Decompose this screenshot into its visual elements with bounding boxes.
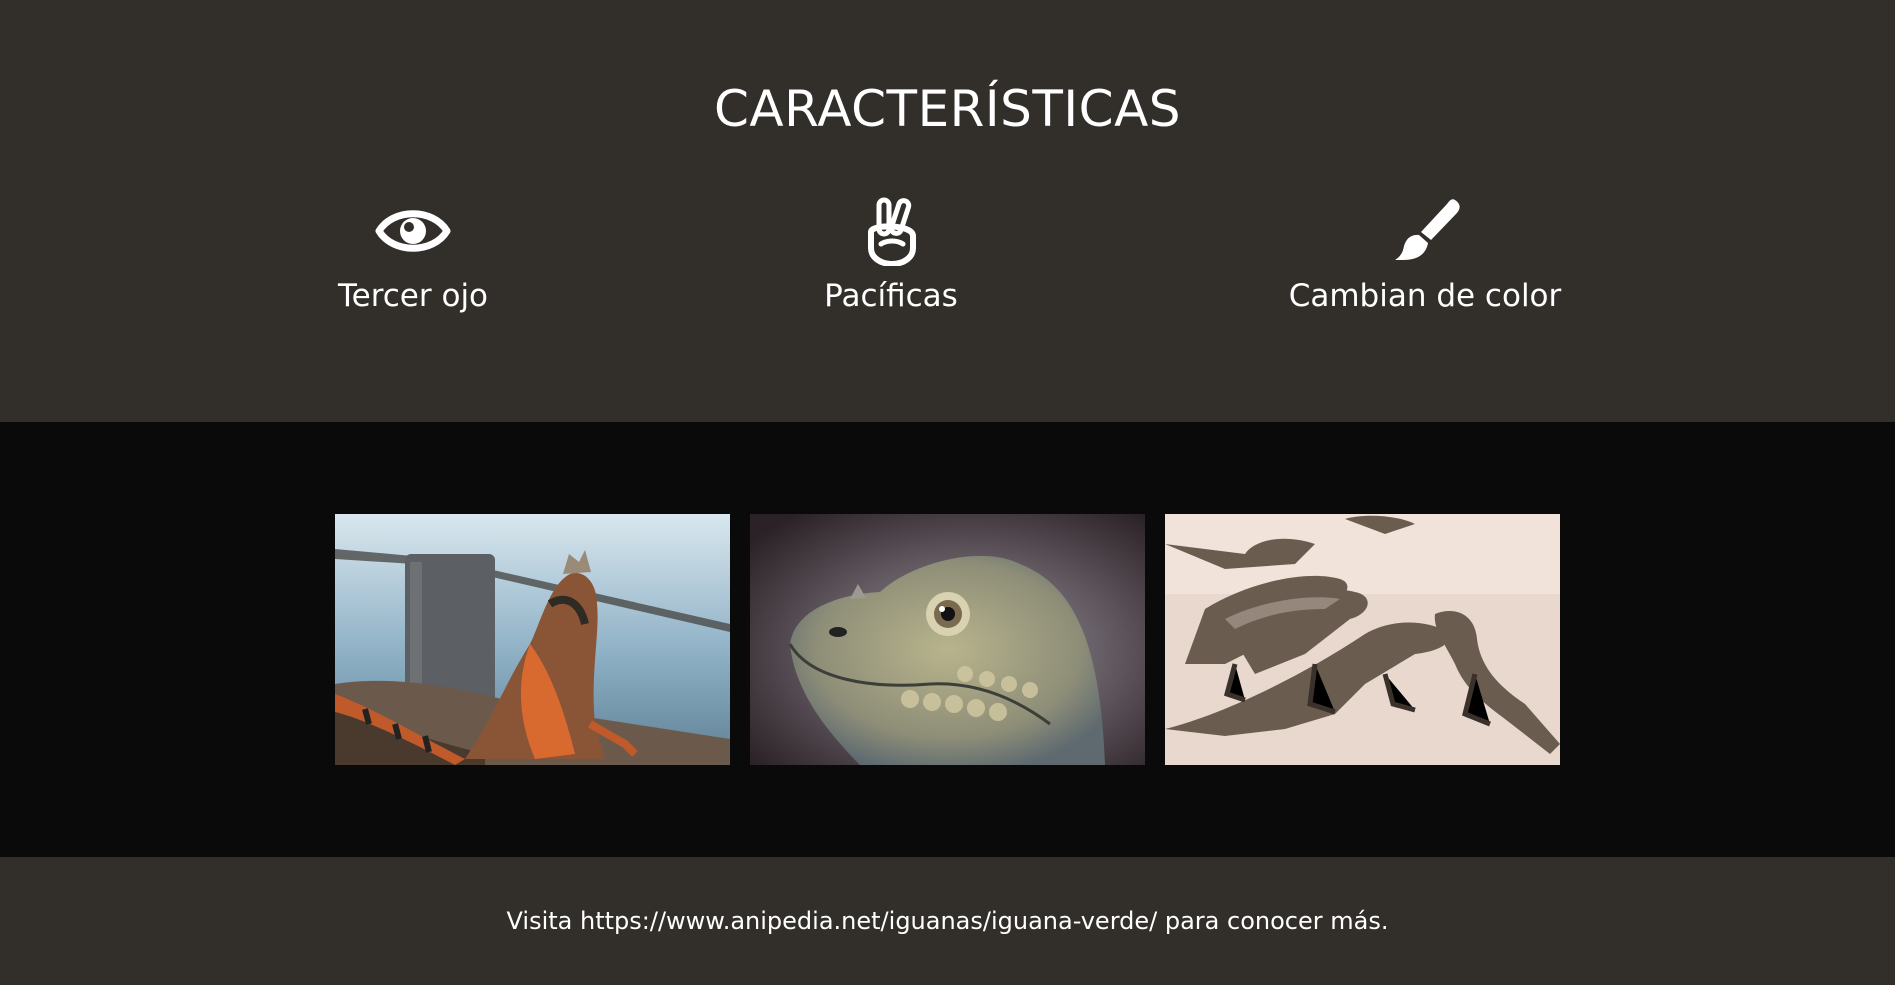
eye-icon bbox=[375, 210, 451, 252]
feature-change-color: Cambian de color bbox=[1275, 196, 1575, 314]
feature-label: Tercer ojo bbox=[337, 278, 489, 314]
iguana-head-closeup-photo bbox=[750, 514, 1145, 765]
footer-text: Visita https://www.anipedia.net/iguanas/… bbox=[506, 907, 1389, 935]
features-section: CARACTERÍSTICAS Tercer ojo Pacíficas Cam… bbox=[0, 0, 1895, 422]
gallery-section bbox=[0, 422, 1895, 857]
feature-label: Pacíficas bbox=[824, 278, 958, 314]
footer: Visita https://www.anipedia.net/iguanas/… bbox=[0, 857, 1895, 985]
feature-third-eye: Tercer ojo bbox=[263, 196, 563, 314]
iguana-by-sea-photo bbox=[335, 514, 730, 765]
iguanas-on-beach-photo bbox=[1165, 514, 1560, 765]
peace-hand-icon bbox=[868, 197, 916, 266]
feature-label: Cambian de color bbox=[1288, 278, 1562, 314]
feature-peaceful: Pacíficas bbox=[741, 196, 1041, 314]
section-title: CARACTERÍSTICAS bbox=[713, 80, 1182, 138]
paint-brush-icon bbox=[1395, 199, 1460, 260]
